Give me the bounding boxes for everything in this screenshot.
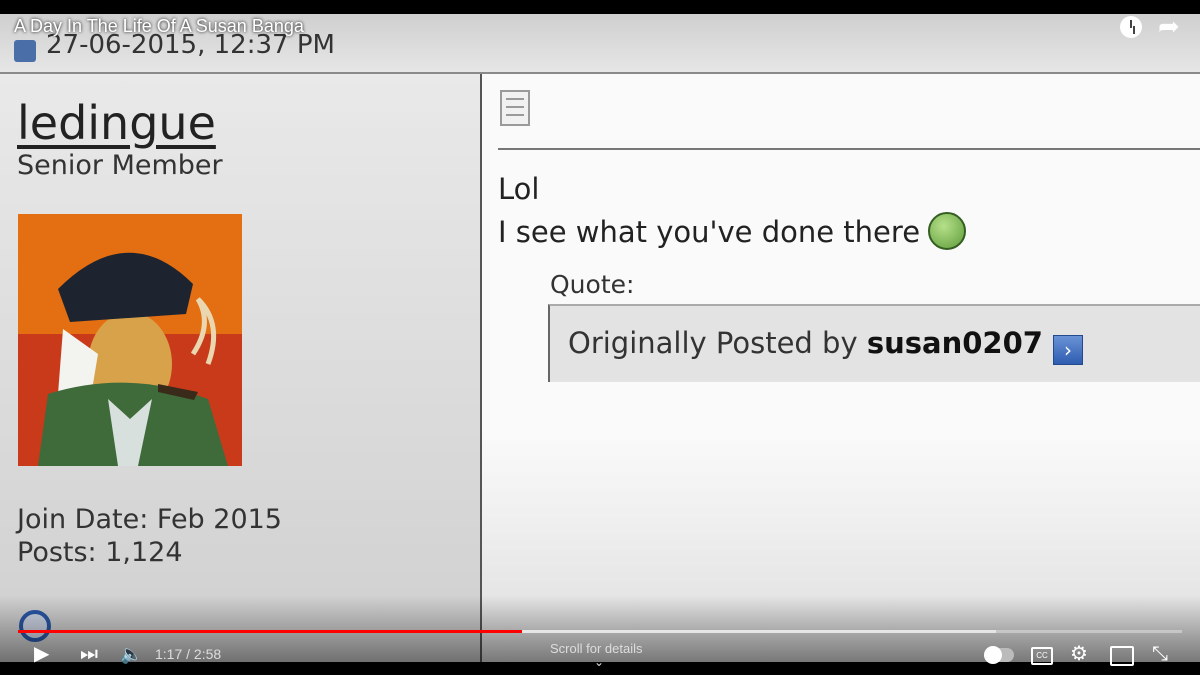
- post-message-line: I see what you've done there: [498, 212, 967, 250]
- share-icon[interactable]: ➦: [1158, 12, 1180, 42]
- post-message-text: I see what you've done there: [498, 215, 921, 249]
- chevron-down-icon[interactable]: ⌄: [594, 655, 604, 669]
- subtitles-button[interactable]: CC: [1031, 647, 1053, 665]
- autoplay-toggle[interactable]: [984, 646, 1014, 664]
- post-content-panel: Lol I see what you've done there Quote: …: [482, 74, 1200, 662]
- quote-box: Originally Posted by susan0207 ›: [548, 304, 1200, 382]
- played-bar: [18, 630, 522, 633]
- smiley-icon: [928, 212, 967, 250]
- player-controls: ▶ ⏭ 🔈 1:17 / 2:58 Scroll for details ⌄ C…: [0, 638, 1200, 672]
- post-divider: [498, 148, 1200, 150]
- post-icon: [500, 90, 530, 126]
- quote-prefix: Originally Posted by: [568, 326, 858, 360]
- scroll-hint[interactable]: Scroll for details: [550, 641, 642, 656]
- gear-icon[interactable]: ⚙: [1070, 642, 1088, 666]
- quote-label: Quote:: [550, 270, 635, 299]
- video-title[interactable]: A Day In The Life Of A Susan Banga: [14, 16, 304, 37]
- volume-button[interactable]: 🔈: [120, 642, 142, 666]
- exit-fullscreen-icon[interactable]: ⤡: [1152, 642, 1168, 666]
- user-title: Senior Member: [17, 150, 223, 181]
- view-post-icon: ›: [1052, 335, 1083, 365]
- username: ledingue: [17, 96, 216, 150]
- join-date: Join Date: Feb 2015: [17, 504, 282, 535]
- post-count: Posts: 1,124: [17, 537, 183, 568]
- avatar: [18, 214, 242, 466]
- post-message-line: Lol: [498, 172, 540, 206]
- next-button[interactable]: ⏭: [80, 642, 98, 666]
- quote-attribution: Originally Posted by susan0207 ›: [568, 326, 1083, 365]
- quote-author: susan0207: [866, 326, 1043, 360]
- video-frame[interactable]: 27-06-2015, 12:37 PM ledingue Senior Mem…: [0, 14, 1200, 662]
- time-display: 1:17 / 2:58: [155, 646, 222, 662]
- play-button[interactable]: ▶: [34, 642, 49, 666]
- cast-icon[interactable]: [1110, 646, 1134, 666]
- progress-bar[interactable]: [18, 630, 1182, 633]
- watch-later-icon[interactable]: [1120, 16, 1142, 38]
- post-date-icon: [14, 40, 36, 62]
- user-info-panel: ledingue Senior Member Join Date: Feb 20…: [0, 74, 482, 662]
